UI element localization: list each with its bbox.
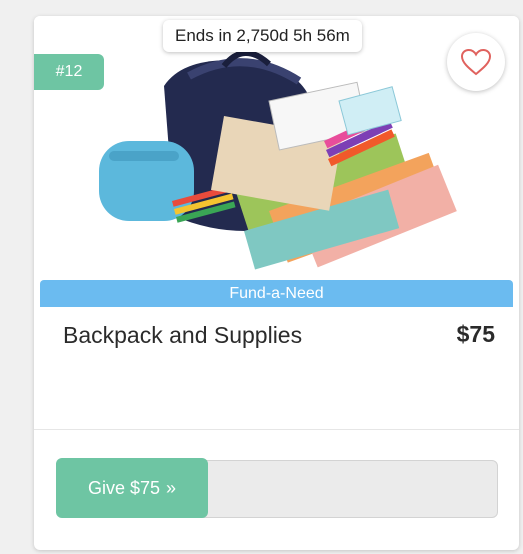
auction-item-card[interactable]: Ends in 2,750d 5h 56m #12 Fund-a-Need Ba… — [34, 16, 519, 550]
give-button[interactable]: Give $75» — [56, 458, 208, 518]
give-button-label: Give $75 — [87, 478, 161, 498]
item-image-area[interactable]: Ends in 2,750d 5h 56m #12 Fund-a-Need — [34, 16, 519, 308]
double-chevron-right-icon: » — [166, 478, 177, 498]
backpack-supplies-image — [99, 50, 457, 270]
item-price: $75 — [456, 321, 495, 347]
rank-badge: #12 — [34, 54, 104, 90]
auction-timer: Ends in 2,750d 5h 56m — [163, 20, 362, 52]
category-label: Fund-a-Need — [40, 280, 513, 307]
divider — [34, 429, 519, 430]
favorite-button[interactable] — [447, 33, 505, 91]
item-title: Backpack and Supplies — [63, 322, 303, 348]
heart-icon — [460, 48, 492, 76]
